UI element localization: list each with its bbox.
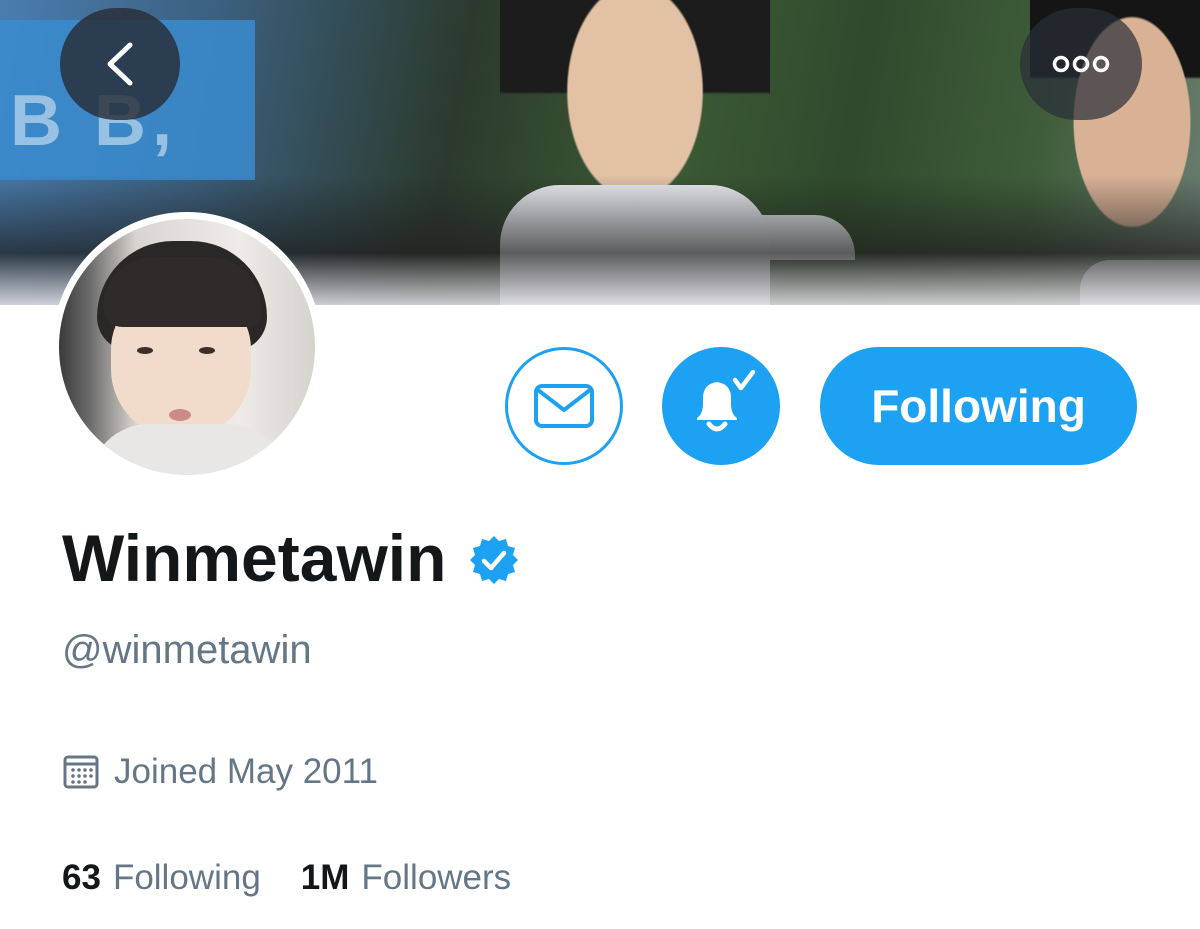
- joined-date-row: Joined May 2011: [62, 752, 378, 792]
- avatar[interactable]: [52, 212, 322, 482]
- more-options-button[interactable]: [1020, 8, 1142, 120]
- profile-page: B B, Following Winmetawin @winmetawin Jo…: [0, 0, 1200, 929]
- avatar-fringe: [103, 257, 261, 327]
- notifications-button[interactable]: [662, 347, 780, 465]
- display-name-row: Winmetawin: [62, 520, 520, 596]
- calendar-icon: [63, 755, 99, 789]
- following-button[interactable]: Following: [820, 347, 1137, 465]
- avatar-mouth: [169, 409, 191, 421]
- followers-count: 1M: [300, 858, 350, 897]
- avatar-eye-right: [199, 347, 215, 354]
- avatar-image: [59, 219, 315, 475]
- bell-check-icon: [697, 370, 756, 432]
- followers-label: Followers: [361, 858, 512, 897]
- message-button[interactable]: [505, 347, 623, 465]
- following-label: Following: [112, 858, 261, 897]
- verified-badge-icon: [470, 536, 519, 584]
- followers-stat-link[interactable]: 1M Followers: [301, 858, 511, 898]
- follow-stats: 63 Following 1M Followers: [62, 858, 511, 898]
- avatar-shirt: [89, 424, 289, 475]
- chevron-left-icon: [107, 42, 133, 86]
- back-button[interactable]: [60, 8, 180, 120]
- more-horizontal-icon: [1052, 55, 1110, 73]
- envelope-icon: [534, 384, 594, 428]
- joined-date: Joined May 2011: [114, 752, 378, 791]
- display-name: Winmetawin: [62, 521, 447, 595]
- following-count: 63: [62, 858, 101, 897]
- username-handle: @winmetawin: [62, 628, 312, 672]
- avatar-eye-left: [137, 347, 153, 354]
- following-stat-link[interactable]: 63 Following: [62, 858, 261, 898]
